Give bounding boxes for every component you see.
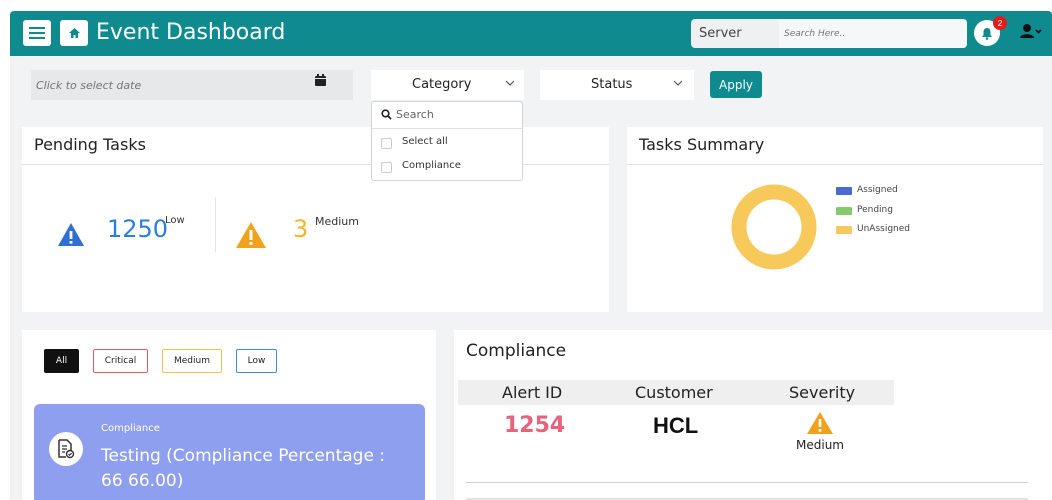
warning-medium-icon (807, 412, 833, 434)
apply-button[interactable]: Apply (710, 71, 762, 98)
top-header: Event Dashboard Server 2 (10, 11, 1052, 56)
status-select-label: Status (591, 77, 633, 92)
hamburger-icon (29, 27, 45, 39)
app-root: Event Dashboard Server 2 Category Status… (10, 11, 1052, 500)
table-header: Alert ID Customer Severity (458, 380, 894, 405)
tasks-summary-title: Tasks Summary (639, 135, 765, 154)
severity-filters-card: All Critical Medium Low Compliance Testi… (22, 330, 436, 500)
category-dropdown: Search Select all Compliance (371, 101, 523, 181)
customer-value: HCL (653, 413, 699, 438)
server-label[interactable]: Server (699, 26, 742, 41)
date-picker-input[interactable] (31, 70, 353, 100)
calendar-icon[interactable] (315, 74, 326, 86)
legend-swatch (836, 206, 852, 215)
option-label: Compliance (402, 160, 461, 171)
dropdown-search-placeholder: Search (396, 108, 434, 121)
search-icon (381, 109, 392, 120)
filter-all-button[interactable]: All (44, 349, 79, 373)
divider (627, 164, 1043, 165)
compliance-card: Compliance Alert ID Customer Severity 12… (454, 330, 1052, 500)
tile-category: Compliance (101, 423, 160, 434)
medium-label: Medium (315, 215, 359, 228)
user-menu[interactable] (1020, 23, 1042, 44)
medium-count: 3 (293, 215, 309, 243)
chevron-down-icon (673, 80, 683, 86)
bell-icon (982, 27, 992, 40)
filter-medium-button[interactable]: Medium (162, 349, 222, 373)
page-title: Event Dashboard (96, 20, 286, 45)
legend-swatch (836, 187, 852, 195)
legend-label: Assigned (857, 185, 898, 195)
document-check-icon (49, 432, 83, 466)
low-label: Low (165, 215, 185, 226)
filter-low-button[interactable]: Low (236, 349, 277, 373)
category-select-label: Category (412, 77, 472, 92)
legend-label: UnAssigned (857, 224, 910, 234)
table-divider (466, 482, 1028, 483)
header-severity: Severity (789, 383, 856, 402)
home-button[interactable] (60, 20, 88, 46)
checkbox[interactable] (381, 138, 392, 149)
warning-low-icon (58, 223, 84, 246)
header-customer: Customer (635, 383, 713, 402)
filter-critical-button[interactable]: Critical (93, 349, 148, 373)
tasks-summary-card: Tasks Summary Assigned Pending UnAssigned (627, 127, 1043, 312)
warning-medium-icon (236, 222, 266, 248)
header-alert-id: Alert ID (502, 383, 563, 402)
server-search-group: Server (691, 19, 967, 48)
task-tile[interactable]: Compliance Testing (Compliance Percentag… (34, 404, 425, 500)
compliance-title: Compliance (466, 341, 567, 361)
pending-tasks-title: Pending Tasks (34, 135, 146, 154)
low-count: 1250 (107, 215, 169, 243)
checkbox[interactable] (381, 162, 392, 173)
legend-label: Pending (857, 204, 893, 215)
user-icon (1020, 24, 1042, 38)
tasks-donut-chart (731, 184, 817, 270)
chevron-down-icon (505, 80, 515, 86)
menu-button[interactable] (23, 20, 51, 46)
notification-badge: 2 (993, 16, 1007, 30)
status-select[interactable]: Status (540, 70, 694, 100)
category-select[interactable]: Category (371, 70, 524, 100)
legend-swatch (836, 226, 852, 234)
donut-slice-unassigned[interactable] (731, 184, 817, 270)
search-input[interactable] (779, 19, 967, 48)
alert-id-value[interactable]: 1254 (504, 413, 565, 438)
dropdown-search[interactable]: Search (372, 102, 522, 129)
home-icon (68, 28, 80, 38)
divider (215, 197, 216, 252)
option-label: Select all (402, 136, 448, 147)
severity-value: Medium (796, 438, 844, 452)
tile-title: Testing (Compliance Percentage : 66 66.0… (101, 446, 386, 491)
